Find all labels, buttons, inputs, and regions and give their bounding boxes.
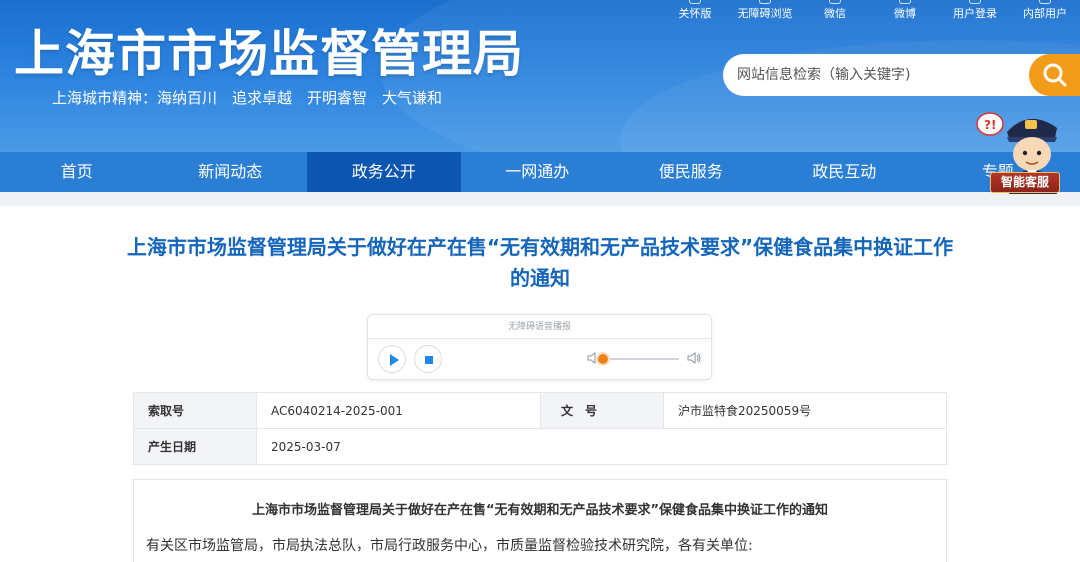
date-value: 2025-03-07 — [256, 428, 947, 465]
wechat-icon — [829, 0, 841, 4]
svg-text:?!: ?! — [984, 118, 996, 132]
volume-slider-handle[interactable] — [598, 354, 608, 364]
document-metadata-table: 索取号 AC6040214-2025-001 文 号 沪市监特食20250059… — [133, 392, 947, 465]
user-icon — [969, 0, 981, 4]
table-row: 索取号 AC6040214-2025-001 文 号 沪市监特食20250059… — [133, 392, 947, 429]
city-slogan: 上海城市精神：海纳百川 追求卓越 开明睿智 大气谦和 — [52, 89, 443, 107]
search-icon — [1043, 63, 1066, 87]
search-box — [723, 54, 1058, 96]
body-paragraph: 有关区市场监管局，市局执法总队，市局行政服务中心，市质量监督检验技术研究院，各有… — [146, 538, 753, 554]
site-title[interactable]: 上海市市场监督管理局 — [14, 14, 524, 86]
internal-user-icon — [1039, 0, 1051, 4]
play-button[interactable] — [378, 345, 406, 373]
nav-item-one-stop-service[interactable]: 一网通办 — [461, 152, 615, 192]
smart-service-button[interactable]: 智能客服 — [990, 172, 1060, 193]
stop-icon — [425, 356, 433, 364]
index-number-value: AC6040214-2025-001 — [256, 392, 541, 429]
care-icon — [689, 0, 701, 4]
article-title: 上海市市场监督管理局关于做好在产在售“无有效期和无产品技术要求”保健食品集中换证… — [126, 235, 954, 290]
volume-slider[interactable] — [604, 358, 679, 360]
top-link-weibo[interactable]: 微博 — [870, 0, 940, 22]
search-input[interactable] — [737, 67, 1027, 83]
top-link-user-login[interactable]: 用户登录 — [940, 0, 1010, 22]
stop-button[interactable] — [414, 345, 442, 373]
document-number-label: 文 号 — [540, 392, 664, 429]
player-title: 无障碍语音播报 — [368, 315, 711, 339]
document-number-value: 沪市监特食20250059号 — [663, 392, 947, 429]
top-link-label: 微信 — [824, 7, 846, 20]
accessibility-icon — [759, 0, 771, 4]
top-link-wechat[interactable]: 微信 — [800, 0, 870, 22]
nav-item-public-service[interactable]: 便民服务 — [614, 152, 768, 192]
top-link-label: 微博 — [894, 7, 916, 20]
body-title: 上海市市场监督管理局关于做好在产在售“无有效期和无产品技术要求”保健食品集中换证… — [251, 503, 829, 518]
top-link-accessibility[interactable]: 无障碍浏览 — [730, 0, 800, 22]
site-header: 上海市市场监督管理局 上海城市精神：海纳百川 追求卓越 开明睿智 大气谦和 关怀… — [0, 0, 1080, 152]
volume-high-icon — [687, 352, 701, 364]
top-link-label: 用户登录 — [953, 7, 997, 20]
date-label: 产生日期 — [133, 428, 257, 465]
top-link-care-mode[interactable]: 关怀版 — [660, 0, 730, 22]
main-nav: 首页 新闻动态 政务公开 一网通办 便民服务 政民互动 专题 — [0, 152, 1080, 192]
nav-item-home[interactable]: 首页 — [0, 152, 154, 192]
top-link-label: 无障碍浏览 — [737, 7, 793, 20]
nav-item-interaction[interactable]: 政民互动 — [768, 152, 922, 192]
top-links: 关怀版 无障碍浏览 微信 微博 用户登录 内部用户 — [660, 0, 1080, 22]
top-link-label: 关怀版 — [678, 7, 712, 20]
nav-item-news[interactable]: 新闻动态 — [154, 152, 308, 192]
top-link-internal-user[interactable]: 内部用户 — [1010, 0, 1080, 22]
search-button[interactable] — [1029, 54, 1080, 96]
top-link-label: 内部用户 — [1023, 7, 1067, 20]
audio-player: 无障碍语音播报 — [367, 314, 712, 380]
nav-item-government-affairs[interactable]: 政务公开 — [307, 152, 461, 192]
play-icon — [390, 354, 399, 366]
weibo-icon — [899, 0, 911, 4]
index-number-label: 索取号 — [133, 392, 257, 429]
table-row: 产生日期 2025-03-07 — [133, 428, 947, 465]
